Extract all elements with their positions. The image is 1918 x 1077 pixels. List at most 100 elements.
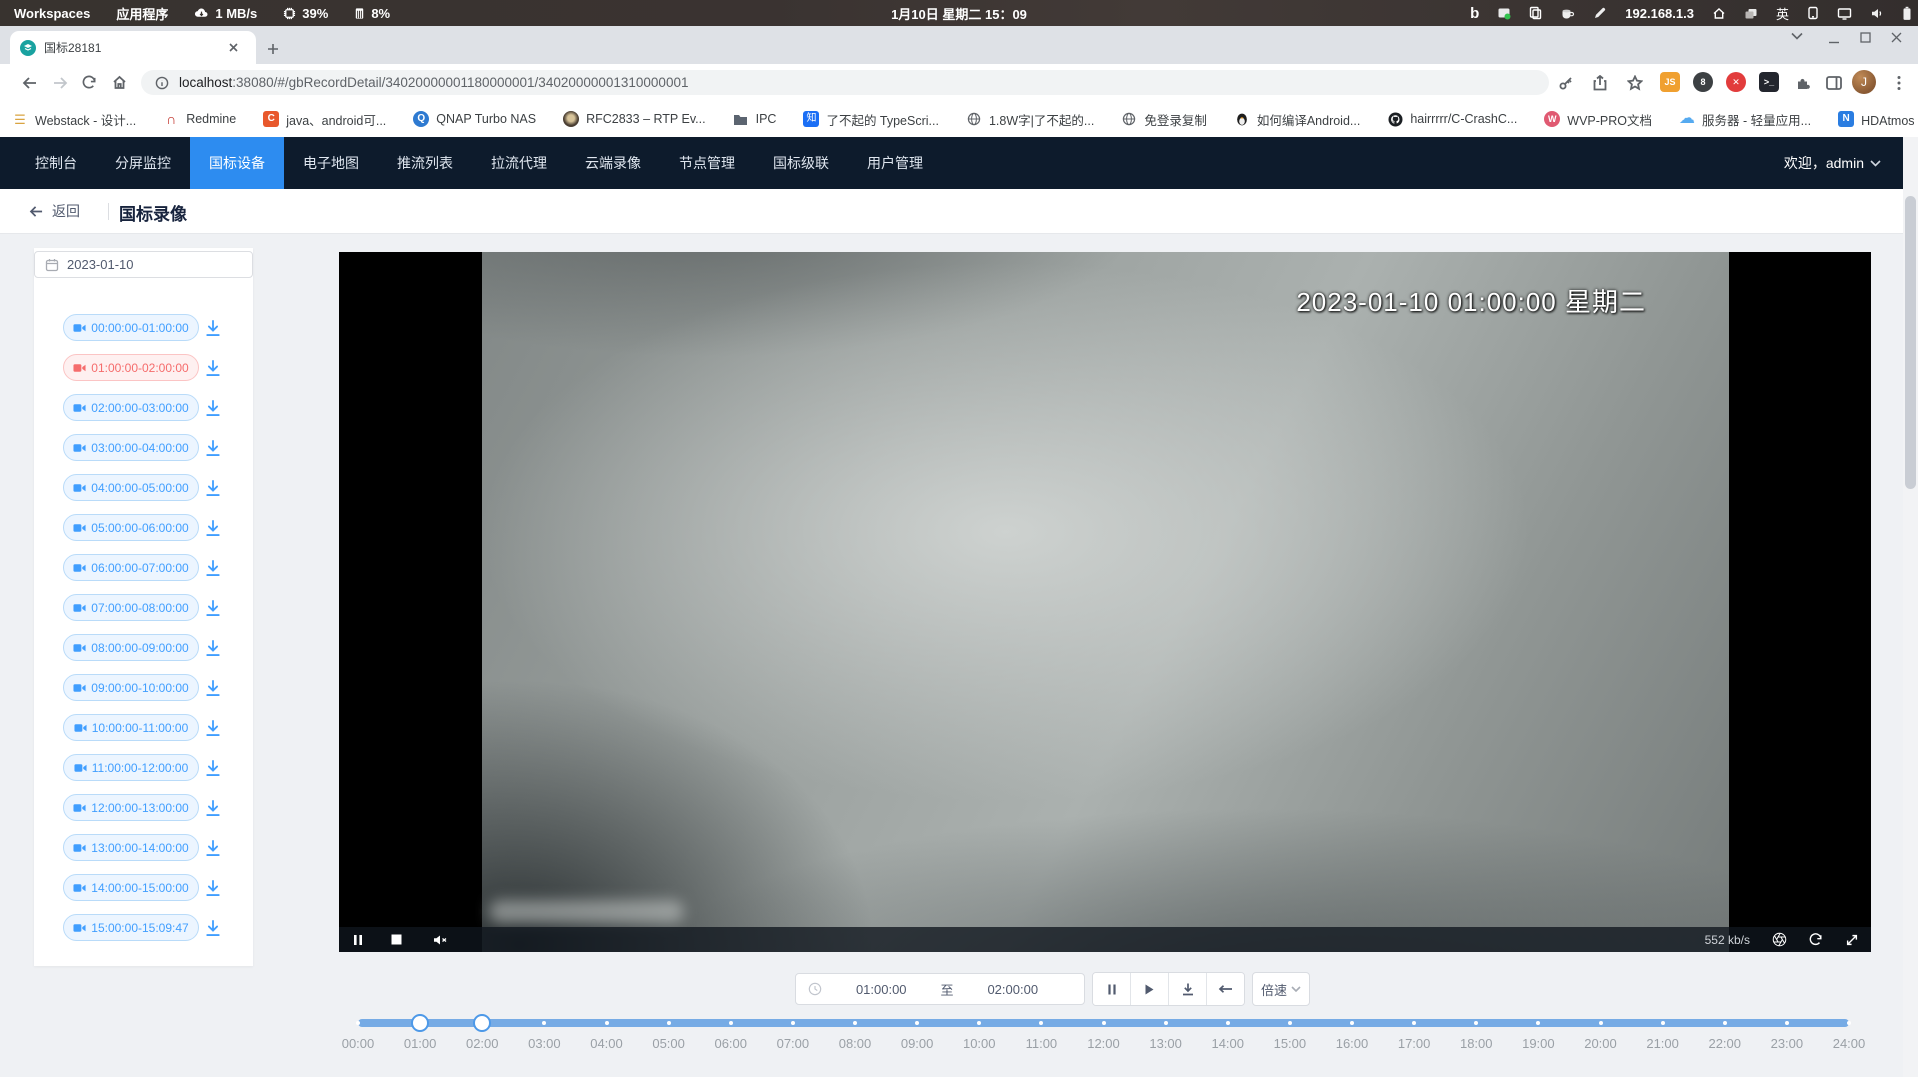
- time-range-input[interactable]: 01:00:00 至 02:00:00: [795, 973, 1085, 1005]
- nav-item[interactable]: 国标级联: [754, 137, 848, 189]
- extension-json-icon[interactable]: JS: [1660, 72, 1680, 92]
- browser-home-button[interactable]: [105, 68, 134, 97]
- record-download-button[interactable]: [204, 439, 222, 457]
- record-download-button[interactable]: [204, 679, 222, 697]
- coffee-tray-icon[interactable]: [1560, 7, 1575, 20]
- reload-button[interactable]: [75, 68, 104, 97]
- record-clip-button[interactable]: 08:00:00-09:00:00: [63, 634, 199, 661]
- nav-item[interactable]: 节点管理: [660, 137, 754, 189]
- player-fullscreen-button[interactable]: [1845, 927, 1859, 952]
- input-language-indicator[interactable]: 英: [1776, 4, 1789, 23]
- bookmark-wvp-docs[interactable]: WWVP-PRO文档: [1544, 110, 1652, 129]
- record-download-button[interactable]: [204, 479, 222, 497]
- bing-tray-icon[interactable]: b: [1470, 5, 1479, 22]
- bookmark-github[interactable]: hairrrrr/C-CrashC...: [1387, 111, 1517, 127]
- bookmark-redmine[interactable]: ∩Redmine: [163, 111, 236, 127]
- record-clip-button[interactable]: 13:00:00-14:00:00: [63, 834, 199, 861]
- home-tray-icon[interactable]: [1712, 7, 1726, 20]
- record-clip-button[interactable]: 06:00:00-07:00:00: [63, 554, 199, 581]
- record-download-button[interactable]: [204, 559, 222, 577]
- applications-button[interactable]: 应用程序: [116, 4, 168, 23]
- record-download-button[interactable]: [204, 719, 222, 737]
- player-pause-button[interactable]: [353, 927, 363, 952]
- record-download-button[interactable]: [204, 519, 222, 537]
- timeline-track[interactable]: [358, 1019, 1849, 1027]
- extension-blocker-icon[interactable]: ✕: [1726, 72, 1746, 92]
- browser-menu-button[interactable]: [1884, 68, 1913, 97]
- player-mute-button[interactable]: [433, 927, 448, 952]
- range-start-time[interactable]: 01:00:00: [822, 982, 941, 997]
- clipboard-tray-icon[interactable]: [1529, 6, 1542, 20]
- bookmark-rfc[interactable]: RFC2833 – RTP Ev...: [563, 111, 706, 127]
- tab-close-icon[interactable]: [220, 35, 246, 61]
- timeline-handle[interactable]: [473, 1014, 491, 1032]
- bookmark-java[interactable]: Cjava、android可...: [263, 110, 386, 129]
- new-tab-button[interactable]: [260, 36, 286, 62]
- record-download-button[interactable]: [204, 359, 222, 377]
- volume-tray-icon[interactable]: [1870, 7, 1884, 20]
- color-picker-tray-icon[interactable]: [1593, 6, 1607, 20]
- nav-item[interactable]: 推流列表: [378, 137, 472, 189]
- record-clip-button[interactable]: 07:00:00-08:00:00: [63, 594, 199, 621]
- record-download-button[interactable]: [204, 639, 222, 657]
- player-refresh-button[interactable]: [1809, 927, 1823, 952]
- forward-button[interactable]: [45, 68, 74, 97]
- nav-item[interactable]: 云端录像: [566, 137, 660, 189]
- record-clip-button[interactable]: 15:00:00-15:09:47: [63, 914, 199, 941]
- nav-item[interactable]: 拉流代理: [472, 137, 566, 189]
- record-download-button[interactable]: [204, 839, 222, 857]
- extension-terminal-icon[interactable]: >_: [1759, 72, 1779, 92]
- record-download-button[interactable]: [204, 799, 222, 817]
- screenshot-tray-icon[interactable]: [1497, 6, 1511, 20]
- window-close-button[interactable]: [1891, 32, 1902, 43]
- bookmark-zhihu[interactable]: 知了不起的 TypeScri...: [803, 110, 939, 129]
- player-settings-aperture-button[interactable]: [1772, 927, 1787, 952]
- bookmark-cloud-server[interactable]: ☁服务器 - 轻量应用...: [1679, 110, 1811, 129]
- bookmark-qnap[interactable]: QQNAP Turbo NAS: [413, 111, 536, 127]
- browser-tab[interactable]: 国标28181: [10, 31, 256, 64]
- record-clip-button[interactable]: 00:00:00-01:00:00: [63, 314, 199, 341]
- record-download-button[interactable]: [204, 759, 222, 777]
- share-button[interactable]: [1585, 68, 1614, 97]
- pause-button[interactable]: [1093, 973, 1131, 1005]
- display-tray-icon[interactable]: [1837, 7, 1852, 20]
- record-clip-button[interactable]: 14:00:00-15:00:00: [63, 874, 199, 901]
- play-button[interactable]: [1131, 973, 1169, 1005]
- record-download-button[interactable]: [204, 319, 222, 337]
- workspace-switcher-icon[interactable]: [1744, 7, 1758, 20]
- speed-select[interactable]: 倍速: [1252, 972, 1310, 1006]
- nav-item[interactable]: 电子地图: [284, 137, 378, 189]
- site-info-icon[interactable]: [155, 76, 169, 90]
- ip-address-indicator[interactable]: 192.168.1.3: [1625, 6, 1694, 21]
- battery-tray-icon[interactable]: [1902, 6, 1912, 21]
- record-clip-button[interactable]: 02:00:00-03:00:00: [63, 394, 199, 421]
- bookmark-copy-free[interactable]: 免登录复制: [1121, 110, 1207, 129]
- record-clip-button[interactable]: 11:00:00-12:00:00: [63, 754, 199, 781]
- video-player[interactable]: 2023-01-10 01:00:00 星期二 552 kb/s: [339, 252, 1871, 952]
- workspaces-button[interactable]: Workspaces: [14, 6, 90, 21]
- window-minimize-button[interactable]: [1828, 32, 1840, 44]
- record-clip-button[interactable]: 04:00:00-05:00:00: [63, 474, 199, 501]
- scrollbar-thumb[interactable]: [1905, 196, 1916, 489]
- download-button[interactable]: [1169, 973, 1207, 1005]
- nav-item[interactable]: 用户管理: [848, 137, 942, 189]
- record-clip-button[interactable]: 03:00:00-04:00:00: [63, 434, 199, 461]
- record-download-button[interactable]: [204, 399, 222, 417]
- range-end-time[interactable]: 02:00:00: [954, 982, 1073, 997]
- record-clip-button[interactable]: 12:00:00-13:00:00: [63, 794, 199, 821]
- tab-search-button[interactable]: [1791, 32, 1803, 40]
- password-key-icon[interactable]: [1551, 68, 1580, 97]
- window-maximize-button[interactable]: [1860, 32, 1871, 43]
- bookmark-android-build[interactable]: 如何编译Android...: [1234, 110, 1361, 129]
- timeline-handle[interactable]: [411, 1014, 429, 1032]
- record-clip-button[interactable]: 01:00:00-02:00:00: [63, 354, 199, 381]
- bookmark-hdatmos[interactable]: NHDAtmos :: 种子 *...: [1838, 110, 1918, 129]
- bookmark-folder-ipc[interactable]: IPC: [733, 111, 777, 127]
- page-scrollbar[interactable]: [1903, 137, 1918, 1077]
- device-tray-icon[interactable]: [1807, 6, 1819, 20]
- date-picker-input[interactable]: 2023-01-10: [34, 251, 253, 278]
- address-bar[interactable]: localhost:38080/#/gbRecordDetail/3402000…: [141, 70, 1549, 95]
- record-clip-button[interactable]: 09:00:00-10:00:00: [63, 674, 199, 701]
- seek-back-button[interactable]: [1207, 973, 1244, 1005]
- extensions-puzzle-button[interactable]: [1788, 68, 1817, 97]
